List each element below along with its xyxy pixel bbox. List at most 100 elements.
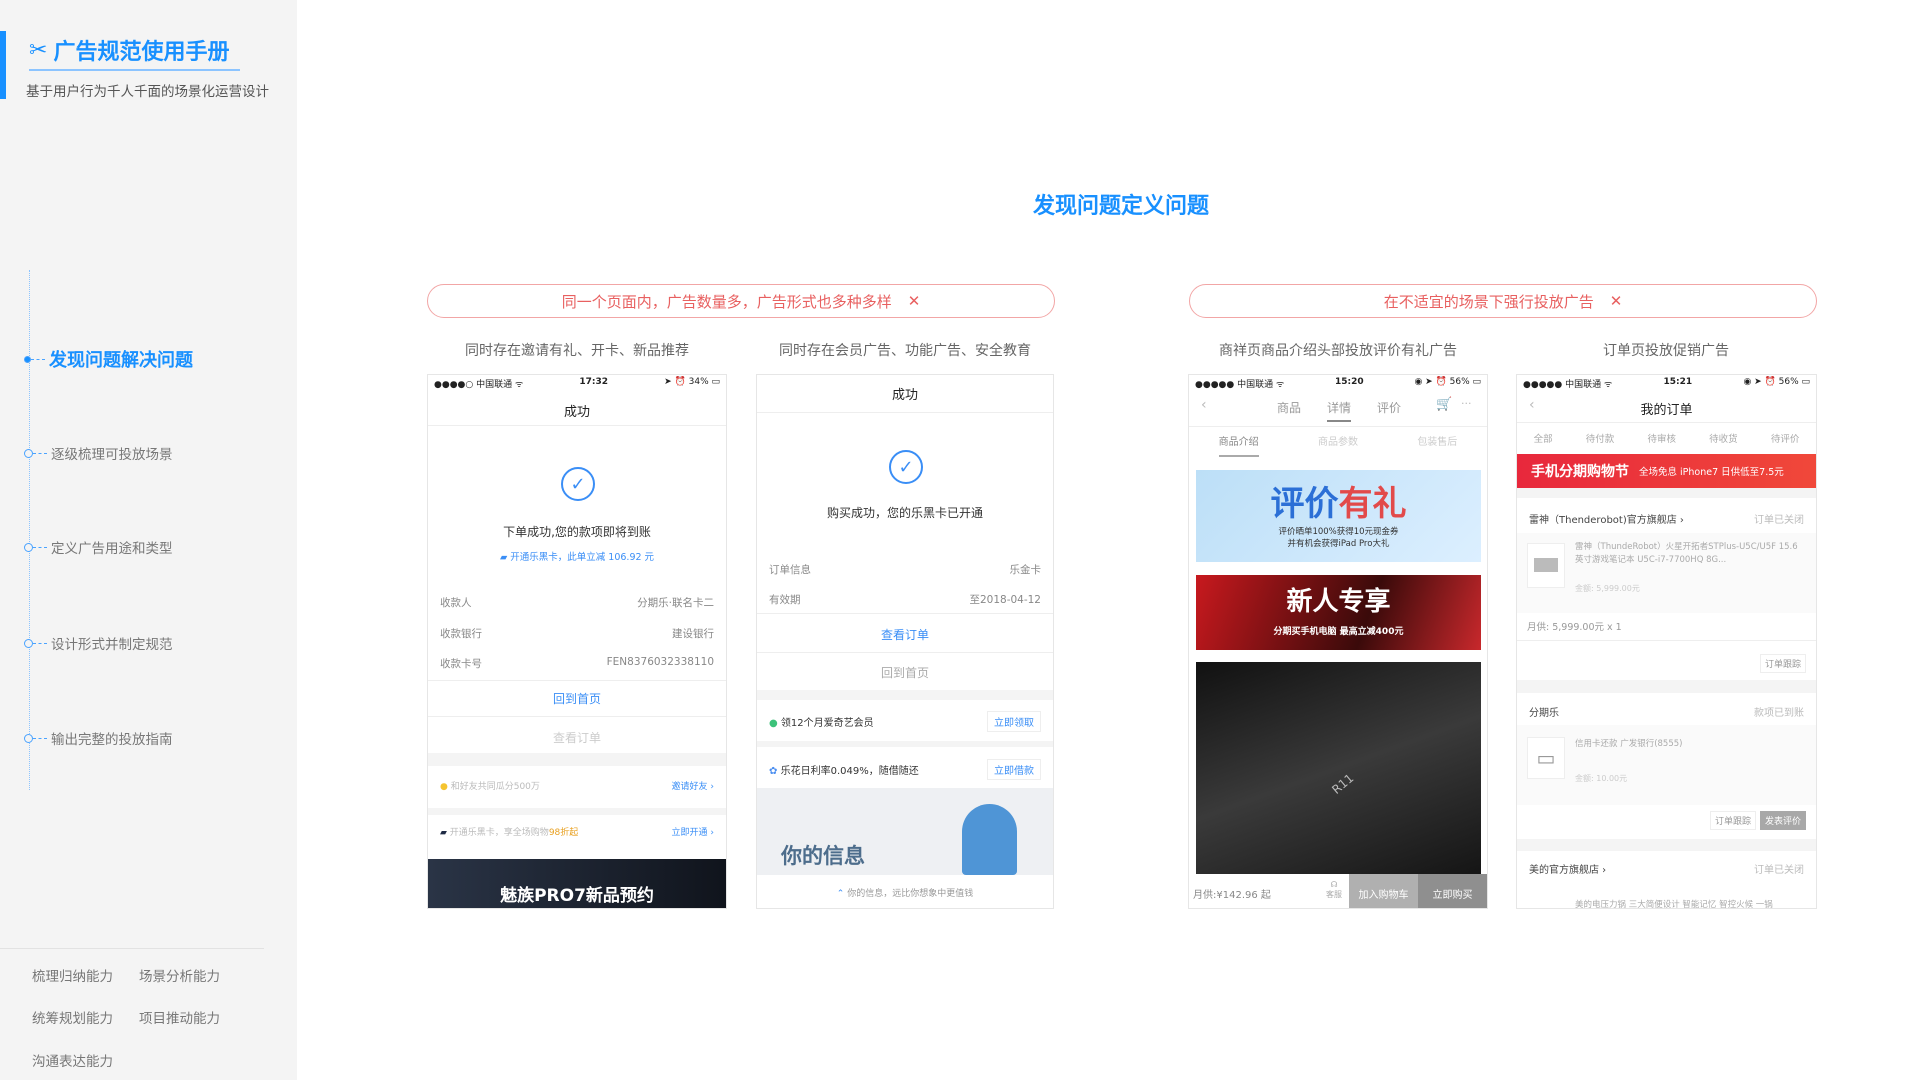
problem-pill: 在不适宜的场景下强行投放广告 ✕: [1189, 284, 1817, 318]
screenshot-caption: 订单页投放促销广告: [1603, 343, 1729, 359]
ad-row-invite[interactable]: ● 和好友共同瓜分500万 邀请好友 ›: [440, 779, 714, 792]
product-tabs: 商品 详情 评价: [1277, 399, 1401, 422]
nav-item-scenes[interactable]: 逐级梳理可投放场景: [24, 443, 173, 463]
home-button[interactable]: 回到首页: [428, 690, 726, 707]
brand-subtitle: 基于用户行为千人千面的场景化运营设计: [26, 84, 269, 100]
security-footer: ⌃ 你的信息，远比你想象中更值钱: [836, 889, 974, 899]
sidebar: ✂ 广告规范使用手册 基于用户行为千人千面的场景化运营设计 发现问题解决问题 逐…: [0, 0, 297, 1080]
phone-screenshot-my-orders: ●●●●● 中国联通 ᯤ 15:21 ◉ ➤ ⏰ 56% ▭ ‹ 我的订单 全部 待…: [1516, 374, 1817, 909]
nav-label: 输出完整的投放指南: [51, 732, 173, 748]
write-review-button[interactable]: 发表评价: [1759, 811, 1806, 830]
product-banner[interactable]: 魅族PRO7新品预约: [428, 859, 726, 908]
promo-banner[interactable]: 手机分期购物节 全场免息 iPhone7 日供低至7.5元: [1517, 454, 1816, 488]
screenshot-caption: 同时存在邀请有礼、开卡、新品推荐: [465, 343, 689, 359]
sub-tabs: 商品介绍 商品参数 包装售后: [1189, 433, 1487, 457]
skill-tag: 沟通表达能力: [32, 1054, 113, 1070]
phone-screenshot-payment-success: ●●●●○ 中国联通 ᯤ 17:32 ➤ ⏰ 34% ▭ 成功 ✓ 下单成功,您的款…: [427, 374, 727, 909]
nav-item-output[interactable]: 输出完整的投放指南: [24, 728, 173, 748]
screenshot-caption: 商祥页商品介绍头部投放评价有礼广告: [1219, 343, 1457, 359]
nav-label: 发现问题解决问题: [49, 350, 193, 371]
borrow-button[interactable]: 立即借款: [987, 759, 1041, 780]
banner-title: 你的信息: [781, 844, 865, 868]
skill-tag: 梳理归纳能力: [32, 969, 113, 985]
skill-tag: 项目推动能力: [139, 1011, 220, 1027]
monthly-price: 月供:¥142.96 起: [1193, 890, 1271, 901]
nav-label: 逐级梳理可投放场景: [51, 447, 173, 463]
bottom-bar: 月供:¥142.96 起 ☊ 客服 加入购物车 立即购买: [1189, 874, 1487, 908]
promo-link[interactable]: ▰ 开通乐黑卡，此单立减 106.92 元: [428, 549, 726, 563]
track-order-button[interactable]: 订单跟踪: [1759, 654, 1806, 673]
order-store-row[interactable]: 雷神（Thenderobot)官方旗舰店 › 订单已关闭: [1529, 511, 1804, 526]
timeline-dot: [24, 733, 33, 743]
tab-pending-review[interactable]: 待审核: [1647, 431, 1676, 445]
nav-item-define[interactable]: 定义广告用途和类型: [24, 537, 173, 557]
product-image: R11: [1196, 662, 1481, 874]
newcomer-banner[interactable]: 新人专享 分期买手机电脑 最高立减400元: [1196, 575, 1481, 650]
tab-pending-rating[interactable]: 待评价: [1771, 431, 1800, 445]
cart-icon[interactable]: 🛒: [1436, 397, 1452, 412]
more-icon[interactable]: ···: [1461, 397, 1472, 410]
review-reward-banner[interactable]: 评价有礼 评价晒单100%获得10元现金券 并有机会获得iPad Pro大礼: [1196, 470, 1481, 562]
info-row: 收款人 分期乐·联名卡二: [440, 597, 714, 609]
buy-now-button[interactable]: 立即购买: [1418, 874, 1487, 908]
nav-item-find-problem[interactable]: 发现问题解决问题: [24, 346, 193, 372]
status-bar: ●●●●● 中国联通 ᯤ 15:21 ◉ ➤ ⏰ 56% ▭: [1523, 377, 1810, 390]
page-title: 成功: [891, 388, 918, 403]
add-to-cart-button[interactable]: 加入购物车: [1349, 874, 1418, 908]
timeline-dot: [24, 448, 33, 458]
brand: ✂ 广告规范使用手册: [29, 34, 229, 66]
order-store-row[interactable]: 分期乐 款项已到账: [1529, 704, 1804, 719]
laptop-thumbnail: [1527, 543, 1565, 588]
section-title: 发现问题定义问题: [1032, 194, 1209, 219]
nav-label: 设计形式并制定规范: [51, 637, 173, 653]
home-button[interactable]: 回到首页: [757, 664, 1053, 681]
tab-product[interactable]: 商品: [1277, 399, 1301, 422]
iqiyi-icon: ●: [769, 718, 778, 729]
subtab-intro[interactable]: 商品介绍: [1218, 433, 1259, 457]
phone-screenshot-card-opened: 成功 ✓ 购买成功，您的乐黑卡已开通 订单信息 乐金卡 有效期 至2018-04-1…: [756, 374, 1054, 909]
ad-row-card[interactable]: ▰ 开通乐黑卡，享全场购物98折起 立即开通 ›: [440, 825, 714, 838]
info-row: 订单信息 乐金卡: [769, 564, 1041, 576]
monthly-payment: 月供: 5,999.00元 x 1: [1527, 622, 1622, 633]
brand-title: 广告规范使用手册: [53, 40, 230, 65]
order-item[interactable]: 雷神（ThundeRobot）火星开拓者STPlus-U5C/U5F 15.6英…: [1517, 533, 1816, 613]
timeline-dot: [24, 638, 33, 648]
subtab-package[interactable]: 包装售后: [1417, 433, 1457, 457]
problem-pill: 同一个页面内，广告数量多，广告形式也多种多样 ✕: [427, 284, 1055, 318]
page-title: 成功: [563, 405, 590, 420]
card-icon: ▰: [440, 828, 447, 838]
order-tabs: 全部 待付款 待审核 待收货 待评价: [1517, 431, 1816, 445]
tools-icon: ✂: [29, 37, 48, 63]
tab-pending-payment[interactable]: 待付款: [1586, 431, 1615, 445]
timeline-dot: [24, 355, 31, 363]
accent-bar: [0, 31, 6, 99]
track-order-button[interactable]: 订单跟踪: [1709, 811, 1756, 830]
info-row: 收款银行 建设银行: [440, 628, 714, 640]
ad-row-vip: ● 领12个月爱奇艺会员 立即领取: [769, 711, 1041, 732]
coin-icon: ●: [440, 782, 448, 792]
customer-service-button[interactable]: ☊ 客服: [1319, 874, 1349, 908]
security-banner[interactable]: 你的信息: [757, 788, 1053, 875]
back-icon[interactable]: ‹: [1201, 397, 1207, 413]
order-item[interactable]: ▭ 信用卡还款 广发银行(8555) 金额: 10.00元: [1517, 725, 1816, 805]
nav-item-design[interactable]: 设计形式并制定规范: [24, 633, 173, 653]
view-order-button[interactable]: 查看订单: [757, 626, 1053, 643]
skill-tag: 统筹规划能力: [32, 1011, 113, 1027]
tab-all[interactable]: 全部: [1534, 431, 1553, 445]
problem-text: 同一个页面内，广告数量多，广告形式也多种多样: [561, 292, 892, 311]
problem-text: 在不适宜的场景下强行投放广告: [1383, 292, 1594, 311]
tab-detail[interactable]: 详情: [1327, 399, 1352, 422]
claim-button[interactable]: 立即领取: [987, 711, 1041, 732]
view-order-button[interactable]: 查看订单: [428, 729, 726, 746]
sidebar-divider: [0, 948, 264, 949]
screenshot-caption: 同时存在会员广告、功能广告、安全教育: [779, 343, 1031, 359]
phone-screenshot-product-detail: ●●●●● 中国联通 ᯤ 15:20 ◉ ➤ ⏰ 56% ▭ ‹ 商品 详情 评价 …: [1188, 374, 1488, 909]
status-bar: ●●●●● 中国联通 ᯤ 15:20 ◉ ➤ ⏰ 56% ▭: [1195, 377, 1481, 390]
tab-review[interactable]: 评价: [1377, 399, 1401, 422]
order-store-row[interactable]: 美的官方旗舰店 › 订单已关闭: [1529, 861, 1804, 876]
tab-pending-receipt[interactable]: 待收货: [1709, 431, 1738, 445]
subtab-params[interactable]: 商品参数: [1318, 433, 1358, 457]
status-bar: ●●●●○ 中国联通 ᯤ 17:32 ➤ ⏰ 34% ▭: [434, 377, 720, 390]
timeline-dot: [24, 542, 33, 552]
check-icon: ✓: [561, 467, 595, 501]
